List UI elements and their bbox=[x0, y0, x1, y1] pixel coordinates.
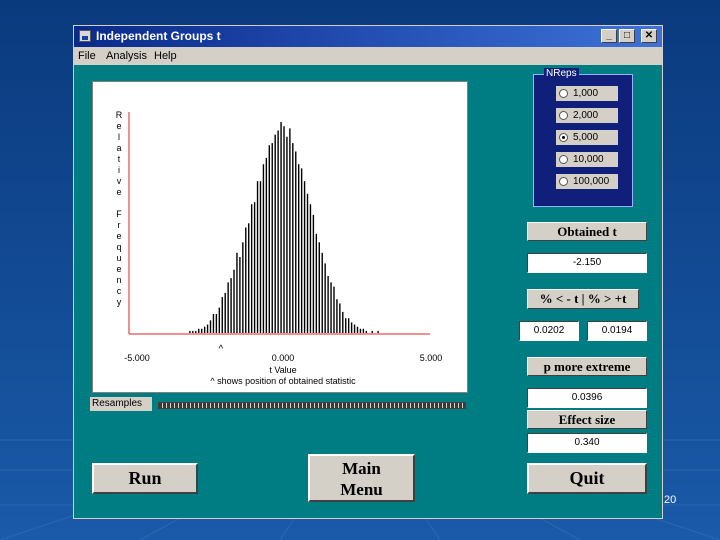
p-more-extreme-value: 0.0396 bbox=[527, 388, 647, 408]
nreps-option-label: 100,000 bbox=[573, 176, 610, 187]
x-tick-label-min: -5.000 bbox=[124, 353, 150, 363]
radio-circle-icon bbox=[559, 177, 568, 186]
effect-size-value: 0.340 bbox=[527, 433, 647, 453]
histogram-bars bbox=[189, 122, 379, 333]
app-window: Independent Groups t _ □ ✕ File Analysis… bbox=[73, 25, 663, 519]
nreps-option-radio[interactable]: 10,000 bbox=[556, 152, 618, 167]
run-button[interactable]: Run bbox=[92, 463, 198, 494]
menu-file[interactable]: File bbox=[78, 50, 96, 62]
radio-circle-icon bbox=[559, 133, 568, 142]
nreps-option-radio[interactable]: 5,000 bbox=[556, 130, 618, 145]
histogram-panel: Relative Frequency -5.000 0.000 5.000 ^ … bbox=[92, 81, 468, 393]
chart-annotation: ^ shows position of obtained statistic bbox=[210, 376, 356, 386]
x-tick-label-zero: 0.000 bbox=[272, 353, 295, 363]
main-menu-label-line2: Menu bbox=[340, 480, 383, 499]
nreps-option-label: 2,000 bbox=[573, 110, 599, 121]
title-bar[interactable]: Independent Groups t _ □ ✕ bbox=[74, 26, 662, 47]
menu-bar: File Analysis Help bbox=[74, 47, 662, 65]
quit-button[interactable]: Quit bbox=[527, 463, 647, 494]
nreps-option-label: 10,000 bbox=[573, 154, 604, 165]
progress-fill bbox=[159, 403, 465, 408]
nreps-option-radio[interactable]: 100,000 bbox=[556, 174, 618, 189]
obtained-t-value: -2.150 bbox=[527, 253, 647, 273]
nreps-option-radio[interactable]: 2,000 bbox=[556, 108, 618, 123]
percent-above-value: 0.0194 bbox=[587, 321, 647, 341]
close-button[interactable]: ✕ bbox=[641, 29, 657, 43]
percent-tails-label: % < - t | % > +t bbox=[527, 289, 639, 309]
obtained-t-label: Obtained t bbox=[527, 222, 647, 241]
slide-page-number: 20 bbox=[664, 494, 677, 506]
window-title: Independent Groups t bbox=[96, 29, 221, 43]
maximize-button[interactable]: □ bbox=[619, 29, 635, 43]
resamples-label: Resamples bbox=[90, 397, 152, 411]
nreps-title: NReps bbox=[544, 68, 579, 79]
obtained-statistic-marker: ^ bbox=[218, 344, 223, 355]
app-icon bbox=[79, 30, 91, 42]
p-more-extreme-label: p more extreme bbox=[527, 357, 647, 376]
nreps-group: NReps 1,000 2,000 5,000 10,000 100,000 bbox=[533, 68, 633, 207]
resamples-progress-bar bbox=[158, 402, 466, 409]
main-menu-label-line1: Main bbox=[342, 459, 381, 478]
y-axis-label: Relative Frequency bbox=[116, 110, 123, 307]
radio-circle-icon bbox=[559, 155, 568, 164]
nreps-option-label: 1,000 bbox=[573, 88, 599, 99]
minimize-button[interactable]: _ bbox=[601, 29, 617, 43]
radio-circle-icon bbox=[559, 89, 568, 98]
main-menu-button[interactable]: Main Menu bbox=[308, 454, 415, 502]
histogram-chart: Relative Frequency -5.000 0.000 5.000 ^ … bbox=[116, 110, 443, 386]
menu-help[interactable]: Help bbox=[154, 50, 177, 62]
x-axis-label: t Value bbox=[269, 365, 296, 375]
menu-analysis[interactable]: Analysis bbox=[106, 50, 147, 62]
nreps-option-radio[interactable]: 1,000 bbox=[556, 86, 618, 101]
x-tick-label-max: 5.000 bbox=[420, 353, 443, 363]
nreps-option-label: 5,000 bbox=[573, 132, 599, 143]
radio-circle-icon bbox=[559, 111, 568, 120]
percent-below-value: 0.0202 bbox=[519, 321, 579, 341]
effect-size-label: Effect size bbox=[527, 410, 647, 429]
